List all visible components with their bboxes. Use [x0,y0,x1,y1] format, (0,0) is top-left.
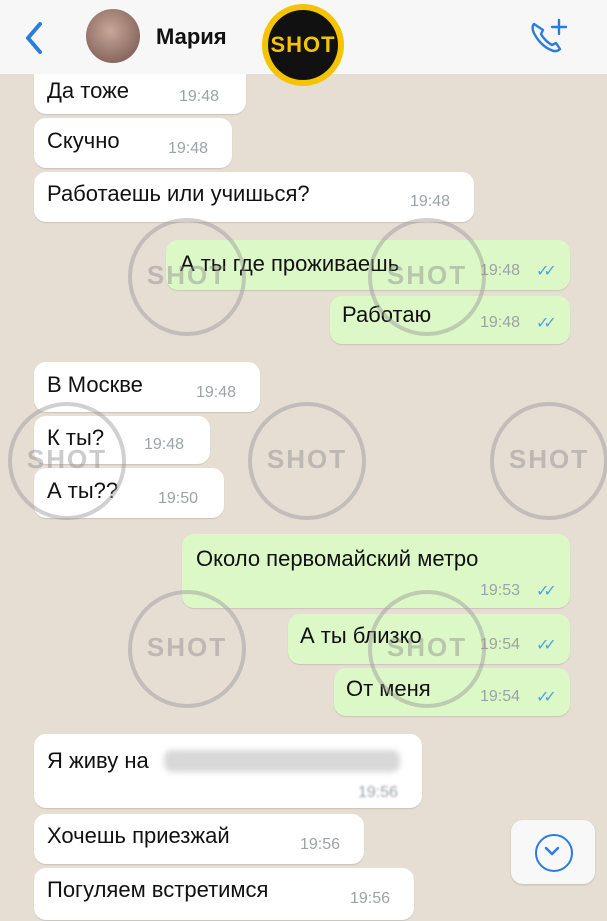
message-time: 19:48 [168,140,209,157]
contact-name[interactable]: Мария [156,24,227,50]
message-text: Около первомайский метро [196,546,479,571]
watermark: SHOT [368,218,486,336]
message-bubble: Около первомайский метро 19:53 ✓✓ [182,534,570,608]
phone-plus-icon[interactable] [526,16,570,56]
read-ticks-icon: ✓✓ [536,315,557,332]
watermark: SHOT [368,590,486,708]
avatar[interactable] [86,9,140,63]
message-time: 19:56 [358,784,399,801]
message-bubble: Погуляем встретимся 19:56 [34,868,414,920]
chat-area[interactable]: Да тоже 19:48 Скучно 19:48 Работаешь или… [0,74,607,921]
message-bubble: Скучно 19:48 [34,118,232,168]
message-time: 19:56 [350,890,391,907]
message-bubble: Я живу на 19:56 [34,734,422,808]
message-text: Да тоже [47,78,130,103]
watermark: SHOT [490,402,607,520]
read-ticks-icon: ✓✓ [536,583,557,600]
message-time: 19:48 [410,193,451,210]
read-ticks-icon: ✓✓ [536,637,557,654]
message-time: 19:50 [158,490,199,507]
message-time: 19:48 [196,384,237,401]
message-time: 19:48 [480,262,521,279]
message-bubble: Хочешь приезжай 19:56 [34,814,364,864]
message-time: 19:48 [480,314,521,331]
message-time: 19:48 [144,436,185,453]
chevron-down-icon [535,834,573,872]
message-time: 19:48 [179,88,220,105]
watermark: SHOT [128,590,246,708]
message-text: Скучно [47,128,120,153]
message-text: Хочешь приезжай [47,823,230,848]
scroll-down-button[interactable] [511,820,595,884]
read-ticks-icon: ✓✓ [536,263,557,280]
message-time: 19:54 [480,636,521,653]
watermark: SHOT [248,402,366,520]
message-text: В Москве [47,372,143,397]
message-time: 19:54 [480,688,521,705]
read-ticks-icon: ✓✓ [536,689,557,706]
message-bubble: Да тоже 19:48 [34,74,246,114]
blurred-address [164,750,400,772]
message-bubble: Работаешь или учишься? 19:48 [34,172,474,222]
message-text: Работаешь или учишься? [47,181,310,206]
chevron-left-icon[interactable] [20,20,50,56]
watermark: SHOT [128,218,246,336]
shot-logo: SHOT [262,4,344,86]
message-time: 19:53 [480,582,521,599]
watermark: SHOT [8,402,126,520]
message-time: 19:56 [300,836,341,853]
message-text: Погуляем встретимся [47,877,269,902]
message-text: Я живу на [47,748,149,773]
